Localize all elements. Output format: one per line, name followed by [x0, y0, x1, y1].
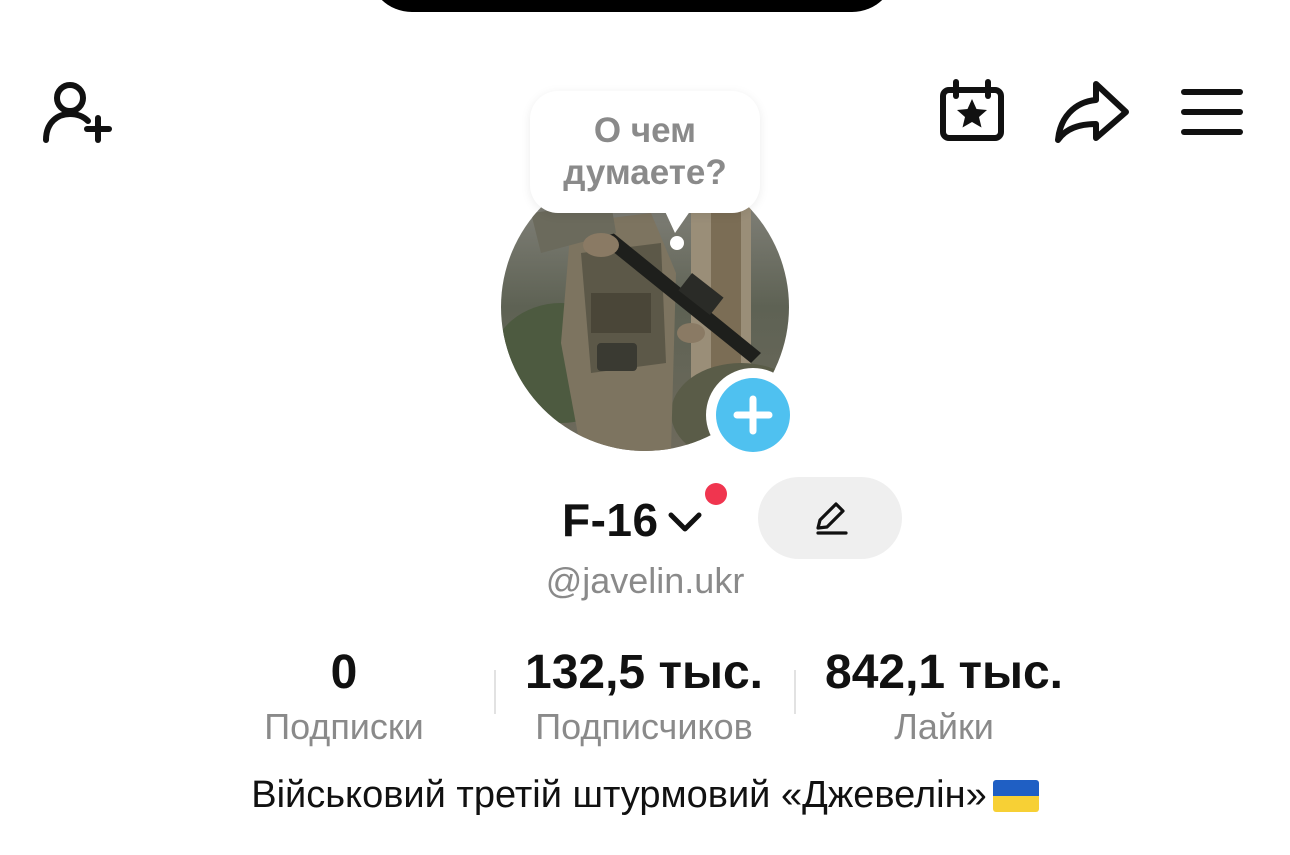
stat-likes-value: 842,1 тыс. [825, 646, 1063, 699]
thought-bubble-dot [670, 236, 684, 250]
ukraine-flag-icon [992, 779, 1039, 812]
stat-following-label: Подписки [264, 706, 424, 747]
device-notch [368, 0, 896, 12]
menu-icon[interactable] [1180, 86, 1244, 138]
chevron-down-icon [668, 512, 702, 532]
stat-followers-label: Подписчиков [535, 706, 753, 747]
add-story-button[interactable] [706, 368, 800, 462]
stat-following[interactable]: 0 Подписки [194, 644, 494, 750]
pencil-icon [816, 502, 848, 535]
thought-bubble[interactable]: О чем думаете? [530, 91, 760, 213]
calendar-star-icon[interactable] [936, 76, 1008, 144]
add-friend-icon[interactable] [40, 78, 116, 146]
edit-profile-button[interactable] [758, 477, 902, 559]
stat-followers-value: 132,5 тыс. [525, 646, 763, 699]
stat-likes[interactable]: 842,1 тыс. Лайки [794, 644, 1094, 750]
account-switcher[interactable]: F-16 [562, 488, 703, 552]
thought-bubble-tail [663, 207, 693, 233]
stat-likes-label: Лайки [894, 706, 994, 747]
display-name: F-16 [562, 494, 659, 546]
stat-followers[interactable]: 132,5 тыс. Подписчиков [494, 644, 794, 750]
bio-text: Військовий третій штурмовий «Джевелін» [251, 774, 987, 816]
bio: Військовий третій штурмовий «Джевелін» [0, 774, 1290, 817]
username: @javelin.ukr [545, 560, 745, 601]
plus-icon [733, 395, 773, 435]
notification-dot [705, 483, 727, 505]
share-icon[interactable] [1052, 78, 1132, 144]
stat-following-value: 0 [330, 646, 358, 699]
